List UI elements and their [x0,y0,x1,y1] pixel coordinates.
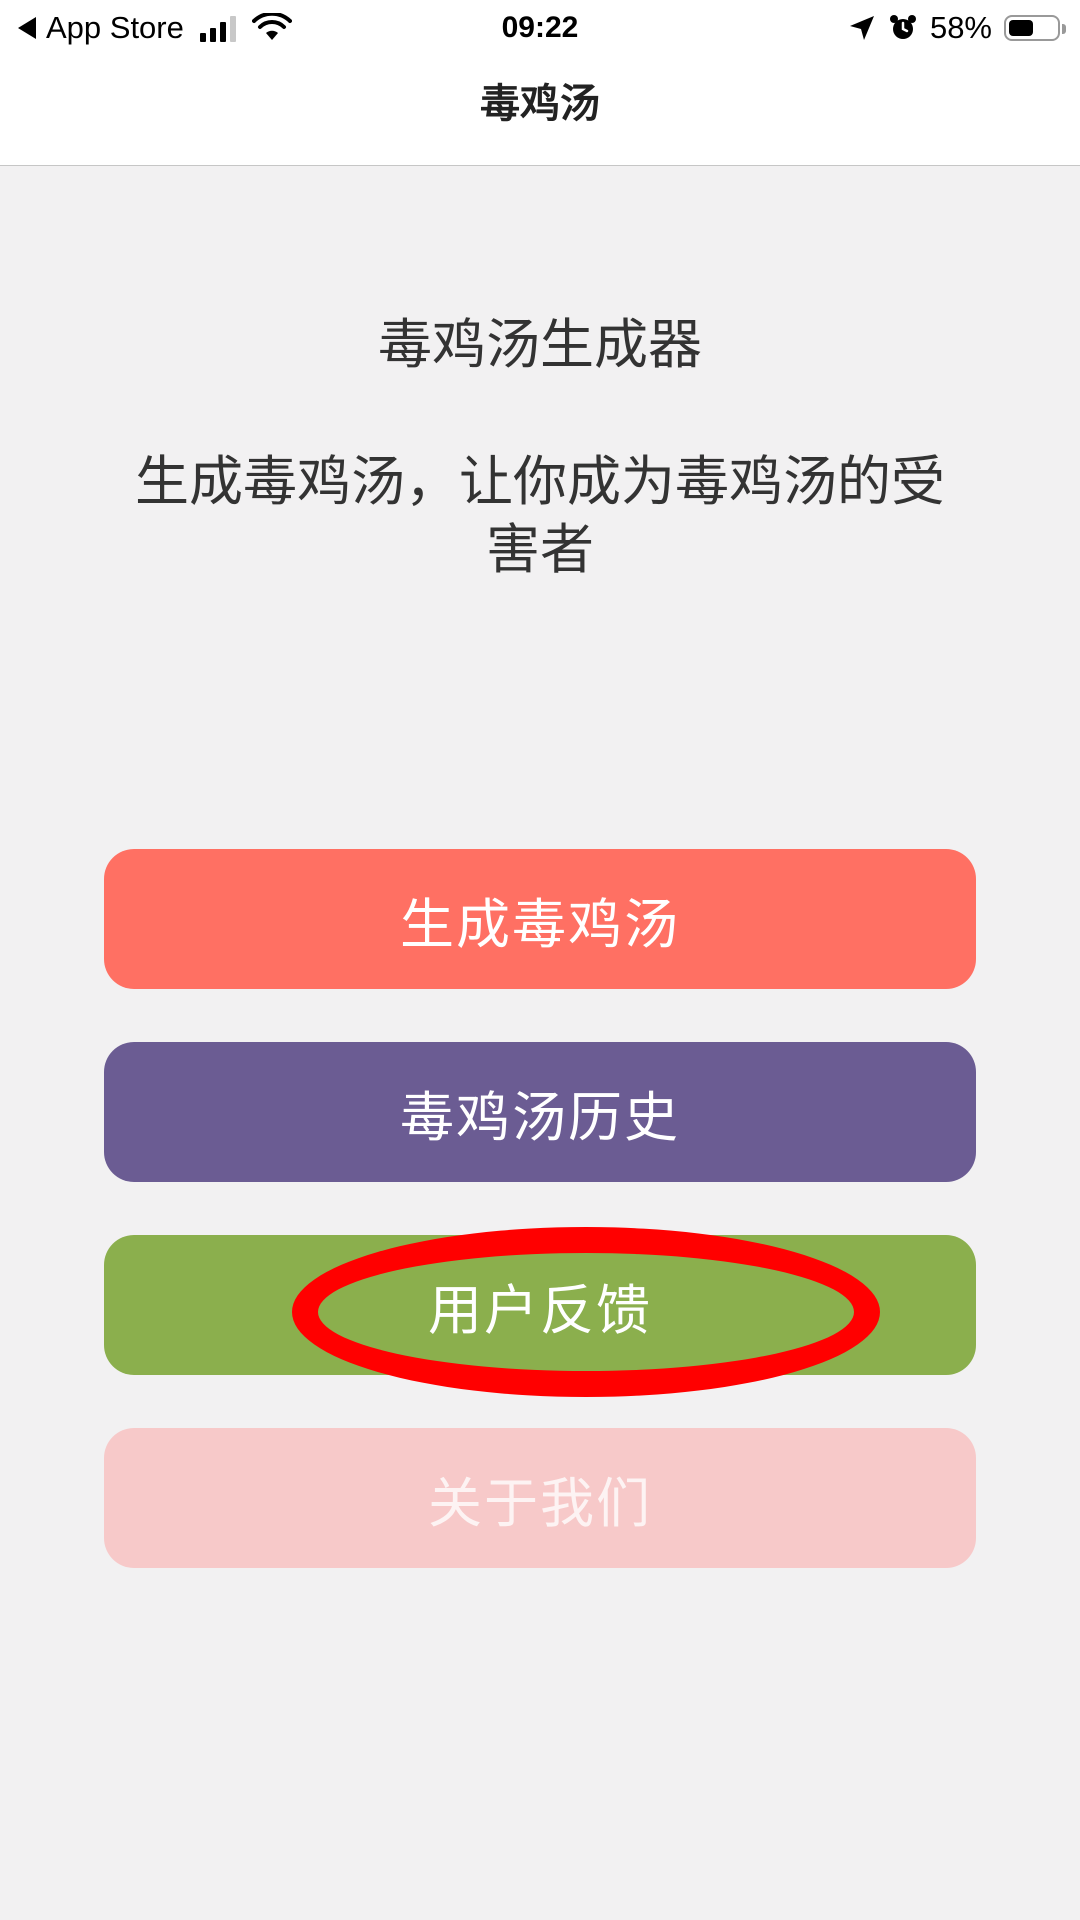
app-subtitle: 生成毒鸡汤，让你成为毒鸡汤的受害者 [135,450,945,581]
status-bar: App Store 09:22 58% [0,0,1080,56]
about-us-button[interactable]: 关于我们 [104,1428,976,1568]
nav-title: 毒鸡汤 [480,81,600,127]
battery-level [1009,20,1034,36]
battery-percent: 58% [929,10,992,45]
user-feedback-button[interactable]: 用户反馈 [104,1235,976,1375]
location-arrow-icon [849,16,874,40]
navigation-bar: 毒鸡汤 [0,56,1080,166]
soup-history-button[interactable]: 毒鸡汤历史 [104,1042,976,1182]
alarm-clock-icon [889,15,916,39]
app-title: 毒鸡汤生成器 [378,313,702,376]
status-right: 58% [848,8,1066,48]
generate-soup-button[interactable]: 生成毒鸡汤 [104,849,976,989]
battery-icon [1004,15,1066,41]
